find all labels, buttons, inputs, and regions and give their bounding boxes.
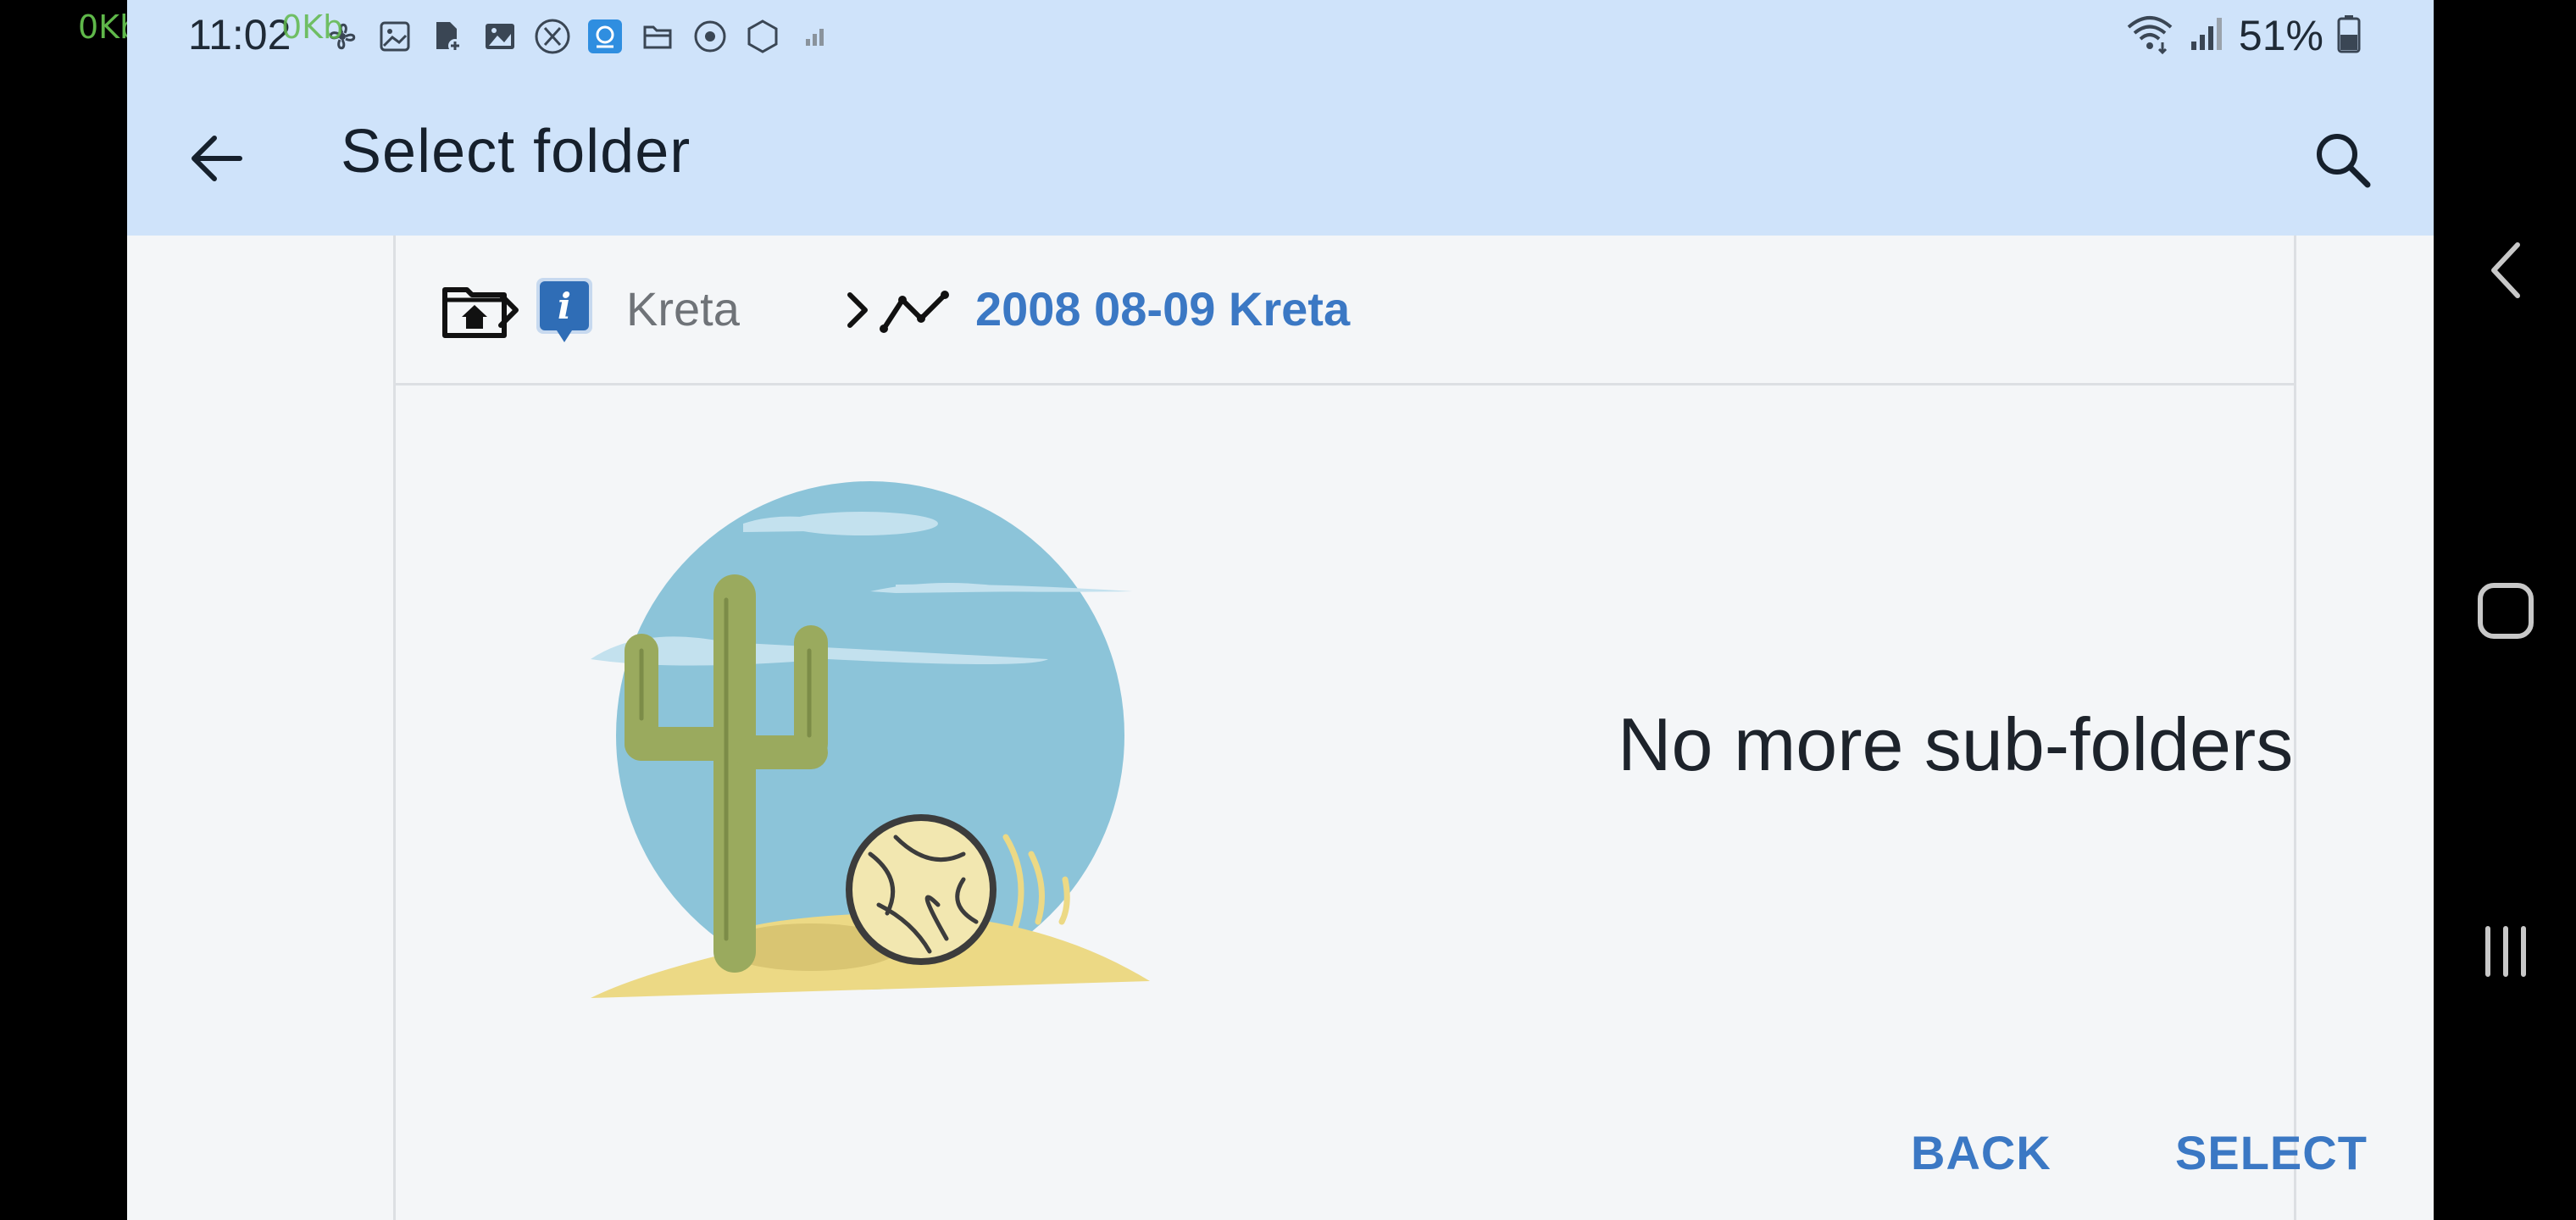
wifi-icon (2125, 14, 2174, 58)
empty-state-illustration (591, 481, 1167, 1015)
page-title: Select folder (341, 118, 691, 186)
app-window: 11:02 51% 0Kb Select folder i Kreta 2008… (127, 0, 2434, 1220)
battery-percent: 51% (2238, 12, 2323, 59)
track-icon (879, 288, 950, 337)
file-add-icon (427, 16, 468, 57)
hexagon-icon (742, 16, 783, 57)
breadcrumb: i Kreta 2008 08-09 Kreta (396, 236, 2294, 385)
signal-small-icon (795, 16, 836, 57)
status-clock: 11:02 (188, 11, 291, 58)
nav-back-icon[interactable] (2468, 232, 2544, 308)
back-navigation-button[interactable] (178, 120, 254, 197)
net-speed-overlay: 0Kb (281, 8, 344, 46)
notification-icons (322, 15, 836, 58)
nav-recents-icon[interactable] (2468, 913, 2544, 990)
gallery-icon (375, 16, 415, 57)
system-status: 51% (2125, 8, 2361, 63)
status-bar: 11:02 51% (127, 0, 2434, 71)
breadcrumb-item-current: 2008 08-09 Kreta (975, 282, 1351, 336)
files-icon (637, 16, 678, 57)
chevron-right-icon (489, 288, 526, 332)
empty-state-message: No more sub-folders (1618, 702, 2294, 786)
folder-picker-panel: i Kreta 2008 08-09 Kreta No more sub-fol… (393, 236, 2367, 1220)
svg-text:i: i (558, 286, 571, 327)
breadcrumb-item-kreta[interactable]: Kreta (626, 281, 740, 336)
back-button[interactable]: BACK (1894, 1112, 2068, 1194)
chevron-right-icon (838, 288, 875, 332)
image-icon (480, 16, 520, 57)
app-toolbar: Select folder (127, 85, 2434, 229)
search-button[interactable] (2301, 119, 2383, 200)
x-icon (532, 16, 573, 57)
nav-home-icon[interactable] (2468, 573, 2544, 649)
info-marker-icon[interactable]: i (535, 276, 594, 346)
battery-icon (2337, 14, 2361, 58)
cell-signal-icon (2188, 14, 2225, 58)
search-icon (2317, 134, 2371, 188)
system-navigation-bar (2434, 0, 2576, 1220)
target-icon (690, 16, 730, 57)
select-button[interactable]: SELECT (2158, 1112, 2384, 1194)
arrow-left-icon (192, 136, 242, 181)
app-icon (585, 16, 625, 57)
